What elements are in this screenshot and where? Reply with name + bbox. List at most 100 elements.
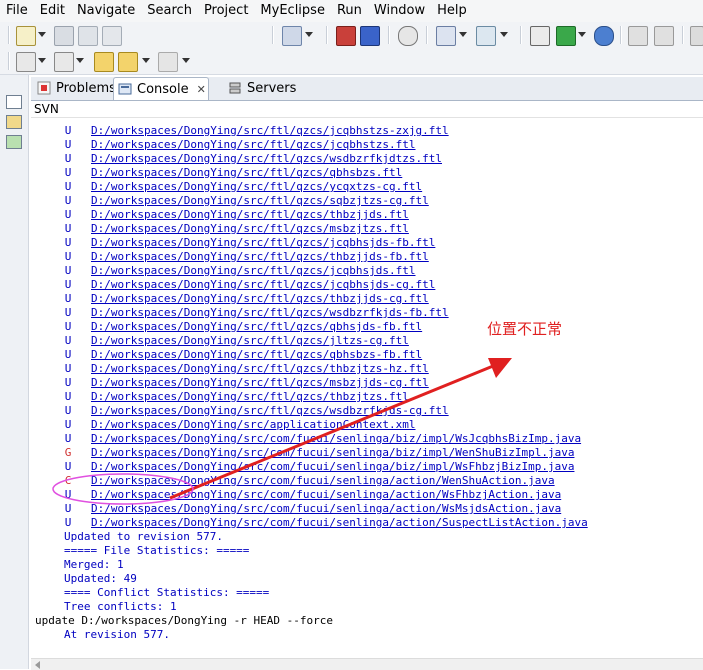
last-edit-location-icon[interactable] <box>94 52 114 72</box>
deploy-icon[interactable] <box>282 26 302 46</box>
menu-search[interactable]: Search <box>141 0 198 22</box>
console-line-path-link[interactable]: D:/workspaces/DongYing/src/ftl/qzcs/wsdb… <box>91 306 449 320</box>
external-tools-icon[interactable] <box>530 26 550 46</box>
menu-edit[interactable]: Edit <box>34 0 71 22</box>
console-line-path-link[interactable]: D:/workspaces/DongYing/src/ftl/qzcs/jcqb… <box>91 236 435 250</box>
console-command-line: update D:/workspaces/DongYing -r HEAD --… <box>35 614 334 627</box>
scroll-left-icon[interactable] <box>35 661 40 669</box>
tab-problems-label: Problems <box>56 80 116 96</box>
console-line-path-link[interactable]: D:/workspaces/DongYing/src/ftl/qzcs/qbhs… <box>91 320 422 334</box>
chevron-down-icon[interactable] <box>305 32 313 37</box>
horizontal-scrollbar[interactable] <box>31 658 703 670</box>
console-line-path-link[interactable]: D:/workspaces/DongYing/src/com/fucui/sen… <box>91 488 561 502</box>
tab-problems[interactable]: Problems <box>33 77 116 99</box>
debug-icon[interactable] <box>476 26 496 46</box>
console-line-path-link[interactable]: D:/workspaces/DongYing/src/ftl/qzcs/ycqx… <box>91 180 422 194</box>
console-line-flag: U <box>64 166 72 179</box>
console-title: SVN <box>31 101 703 118</box>
open-resource-icon[interactable] <box>360 26 380 46</box>
main-toolbar <box>0 22 703 75</box>
toolbar-separator <box>388 26 390 44</box>
console-line-path-link[interactable]: D:/workspaces/DongYing/src/ftl/qzcs/thbz… <box>91 362 429 376</box>
console-output[interactable]: U D:/workspaces/DongYing/src/ftl/qzcs/jcq… <box>31 118 703 658</box>
chevron-down-icon[interactable] <box>578 32 586 37</box>
restore-icon[interactable] <box>6 95 22 109</box>
tab-console[interactable]: Console ✕ <box>113 77 209 100</box>
console-line-path-link[interactable]: D:/workspaces/DongYing/src/com/fucui/sen… <box>91 446 574 460</box>
toolbar-separator <box>426 26 428 44</box>
console-line-path-link[interactable]: D:/workspaces/DongYing/src/ftl/qzcs/thbz… <box>91 292 429 306</box>
chevron-down-icon[interactable] <box>500 32 508 37</box>
menu-window[interactable]: Window <box>368 0 431 22</box>
forward-icon[interactable] <box>158 52 178 72</box>
annotation-text: 位置不正常 <box>487 320 563 338</box>
previous-annotation-icon[interactable] <box>54 52 74 72</box>
tab-servers[interactable]: Servers <box>224 77 296 99</box>
console-icon <box>118 83 132 95</box>
back-icon[interactable] <box>118 52 138 72</box>
console-summary-line: ===== File Statistics: ===== <box>64 544 250 557</box>
console-line-flag: U <box>64 138 72 151</box>
console-line-path-link[interactable]: D:/workspaces/DongYing/src/com/fucui/sen… <box>91 502 561 516</box>
console-line-path-link[interactable]: D:/workspaces/DongYing/src/ftl/qzcs/wsdb… <box>91 152 442 166</box>
menu-myeclipse[interactable]: MyEclipse <box>254 0 331 22</box>
console-line-flag: U <box>64 418 72 431</box>
menu-navigate[interactable]: Navigate <box>71 0 141 22</box>
console-line-path-link[interactable]: D:/workspaces/DongYing/src/ftl/qzcs/jcqb… <box>91 278 435 292</box>
menu-help[interactable]: Help <box>431 0 473 22</box>
console-line-path-link[interactable]: D:/workspaces/DongYing/src/ftl/qzcs/jcqb… <box>91 124 449 138</box>
chevron-down-icon[interactable] <box>459 32 467 37</box>
console-line-path-link[interactable]: D:/workspaces/DongYing/src/ftl/qzcs/msbz… <box>91 222 409 236</box>
run-icon[interactable] <box>436 26 456 46</box>
problems-icon <box>37 81 51 95</box>
menu-run[interactable]: Run <box>331 0 368 22</box>
hierarchy-icon[interactable] <box>6 135 22 149</box>
menu-file[interactable]: File <box>0 0 34 22</box>
console-line-flag: U <box>64 334 72 347</box>
package-explorer-icon[interactable] <box>6 115 22 129</box>
print-icon[interactable] <box>102 26 122 46</box>
chevron-down-icon[interactable] <box>182 58 190 63</box>
toolbar-separator <box>326 26 328 44</box>
close-icon[interactable]: ✕ <box>197 83 206 96</box>
console-line-path-link[interactable]: D:/workspaces/DongYing/src/ftl/qzcs/sqbz… <box>91 194 429 208</box>
server-icon[interactable] <box>398 26 418 46</box>
chevron-down-icon[interactable] <box>76 58 84 63</box>
console-summary-line: Tree conflicts: 1 <box>64 600 177 613</box>
save-icon[interactable] <box>54 26 74 46</box>
console-line-path-link[interactable]: D:/workspaces/DongYing/src/ftl/qzcs/thbz… <box>91 208 409 222</box>
toolbar-row-2 <box>0 48 703 74</box>
back-history-icon[interactable] <box>628 26 648 46</box>
console-line-path-link[interactable]: D:/workspaces/DongYing/src/com/fucui/sen… <box>91 460 574 474</box>
console-line-flag: C <box>64 474 72 487</box>
globe-icon[interactable] <box>594 26 614 46</box>
next-annotation-icon[interactable] <box>16 52 36 72</box>
console-line-path-link[interactable]: D:/workspaces/DongYing/src/ftl/qzcs/thbz… <box>91 390 409 404</box>
toolbar-row-1 <box>0 22 703 48</box>
save-all-icon[interactable] <box>78 26 98 46</box>
menu-project[interactable]: Project <box>198 0 254 22</box>
console-line-path-link[interactable]: D:/workspaces/DongYing/src/ftl/qzcs/jltz… <box>91 334 409 348</box>
chevron-down-icon[interactable] <box>38 32 46 37</box>
console-line-path-link[interactable]: D:/workspaces/DongYing/src/ftl/qzcs/msbz… <box>91 376 429 390</box>
console-line-path-link[interactable]: D:/workspaces/DongYing/src/com/fucui/sen… <box>91 474 555 488</box>
run-tool-icon[interactable] <box>556 26 576 46</box>
console-line-path-link[interactable]: D:/workspaces/DongYing/src/com/fucui/sen… <box>91 516 588 530</box>
console-line-path-link[interactable]: D:/workspaces/DongYing/src/com/fucui/sen… <box>91 432 581 446</box>
console-line-path-link[interactable]: D:/workspaces/DongYing/src/ftl/qzcs/jcqb… <box>91 138 416 152</box>
console-line-path-link[interactable]: D:/workspaces/DongYing/src/ftl/qzcs/wsdb… <box>91 404 449 418</box>
console-line-path-link[interactable]: D:/workspaces/DongYing/src/ftl/qzcs/qbhs… <box>91 348 422 362</box>
console-line-path-link[interactable]: D:/workspaces/DongYing/src/applicationCo… <box>91 418 416 432</box>
console-line-flag: U <box>64 306 72 319</box>
console-line-path-link[interactable]: D:/workspaces/DongYing/src/ftl/qzcs/qbhs… <box>91 166 402 180</box>
new-file-icon[interactable] <box>16 26 36 46</box>
open-type-icon[interactable] <box>336 26 356 46</box>
chevron-down-icon[interactable] <box>38 58 46 63</box>
chevron-down-icon[interactable] <box>142 58 150 63</box>
console-line-flag: U <box>64 292 72 305</box>
console-line-path-link[interactable]: D:/workspaces/DongYing/src/ftl/qzcs/jcqb… <box>91 264 416 278</box>
perspective-icon[interactable] <box>690 26 703 46</box>
forward-history-icon[interactable] <box>654 26 674 46</box>
console-line-path-link[interactable]: D:/workspaces/DongYing/src/ftl/qzcs/thbz… <box>91 250 429 264</box>
console-line-flag: U <box>64 222 72 235</box>
